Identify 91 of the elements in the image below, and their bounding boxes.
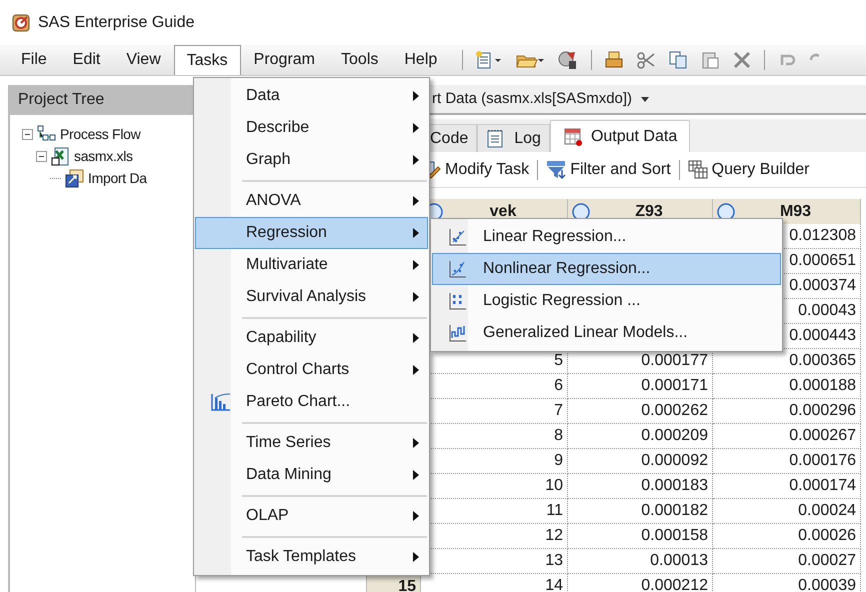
table-cell-text: 0.012308 [789, 226, 856, 246]
tree-item[interactable]: Process Flow [60, 124, 140, 144]
delete-icon[interactable] [732, 50, 752, 70]
tab[interactable]: Output Data [550, 120, 690, 152]
table-cell-text: 7 [554, 401, 563, 421]
window-title: SAS Enterprise Guide [38, 13, 195, 33]
table-cell-text: 12 [545, 526, 563, 546]
table-cell-text: 0.00039 [798, 576, 856, 592]
table-cell-text: 0.000365 [789, 351, 856, 371]
print-icon[interactable] [604, 50, 624, 70]
menu-item[interactable]: Control Charts [195, 354, 428, 386]
table-cell-text: 9 [554, 451, 563, 471]
table-cell-text: 0.000212 [641, 576, 708, 592]
table-cell-text: 0.000182 [641, 501, 708, 521]
table-cell-text: 5 [554, 351, 563, 371]
menu-item[interactable]: Multivariate [195, 249, 428, 281]
menu-item[interactable]: Logistic Regression ... [432, 285, 781, 317]
table-cell-text: 0.000262 [641, 401, 708, 421]
table-cell-text: 0.00043 [798, 301, 856, 321]
table-cell-text: 0.000209 [641, 426, 708, 446]
copy-icon[interactable] [668, 50, 688, 70]
table-cell-text: 0.00024 [798, 501, 856, 521]
tree-item[interactable]: sasmx.xls [74, 146, 133, 166]
new-document-icon[interactable] [475, 50, 504, 70]
table-cell-text: 11 [546, 501, 563, 521]
menu-item[interactable]: Data [195, 80, 428, 112]
panel-title: Project Tree [10, 85, 195, 115]
toolbar-button[interactable]: Query Builder [688, 158, 810, 182]
import-icon [65, 168, 84, 188]
table-cell-text: 0.000174 [789, 476, 856, 496]
table-cell-text: 0.000092 [641, 451, 708, 471]
table-cell-text: 0.000158 [641, 526, 708, 546]
tab[interactable]: Log [477, 124, 550, 152]
table-cell-text: 0.000183 [641, 476, 708, 496]
toolbar-button[interactable]: Filter and Sort [546, 158, 671, 182]
table-cell-text: 0.000296 [789, 401, 856, 421]
scissors-icon[interactable] [636, 50, 656, 70]
scatter-curve-icon [448, 259, 468, 279]
table-cell-text: 14 [545, 576, 563, 592]
menu-item[interactable]: OLAP [195, 500, 428, 532]
table-cell-text: 0.000267 [789, 426, 856, 446]
menu-item[interactable]: Tools [328, 45, 392, 75]
column-title: M93 [778, 202, 812, 222]
menu-item[interactable]: Pareto Chart... [195, 386, 428, 418]
menu-item[interactable]: Linear Regression... [432, 221, 781, 253]
table-cell-text: 0.000177 [641, 351, 708, 371]
column-title: vek [488, 202, 518, 222]
dot-plot-icon [448, 291, 468, 311]
table-cell-text: 0.00013 [650, 551, 708, 571]
tree-item[interactable]: Import Da [88, 168, 147, 188]
numeric-type-icon [717, 202, 735, 220]
table-cell-text: 0.00026 [798, 526, 856, 546]
menu-item[interactable]: Capability [195, 322, 428, 354]
table-cell-text: 0.000176 [789, 451, 856, 471]
spreadsheet-icon [51, 146, 70, 166]
grid-icon [688, 160, 708, 180]
dropdown-caret-icon[interactable] [640, 95, 650, 103]
table-icon [562, 126, 583, 146]
table-cell-text: 0.000443 [789, 326, 856, 346]
paste-icon[interactable] [700, 50, 720, 70]
menu-item[interactable]: Nonlinear Regression... [432, 253, 781, 285]
numeric-type-icon [572, 202, 590, 220]
menu-item[interactable]: Survival Analysis [195, 281, 428, 313]
menu-item[interactable]: Help [391, 45, 450, 75]
table-cell-text: 0.000651 [789, 251, 856, 271]
step-line-icon [448, 323, 468, 343]
table-cell-text: 0.000171 [641, 376, 708, 396]
bar-chart-icon [211, 392, 231, 412]
flow-diagram-icon [37, 124, 56, 144]
table-cell-text: 10 [545, 476, 563, 496]
menu-item[interactable]: Task Templates [195, 541, 428, 573]
menu-item[interactable]: Data Mining [195, 459, 428, 491]
table-cell-text: 13 [545, 551, 563, 571]
menu-item[interactable]: Generalized Linear Models... [432, 317, 781, 349]
table-cell-text: 0.00027 [798, 551, 856, 571]
table-cell-text: 8 [554, 426, 563, 446]
table-cell-text: 6 [554, 376, 563, 396]
menu-item[interactable]: Tasks [174, 45, 241, 75]
table-cell-text: 0.000374 [789, 276, 856, 296]
menu-item[interactable]: Program [240, 45, 328, 75]
menu-item[interactable]: File [8, 45, 60, 75]
menu-item[interactable]: Regression [195, 217, 428, 249]
menu-item[interactable]: Edit [60, 45, 114, 75]
menu-item[interactable]: Time Series [195, 427, 428, 459]
menu-item[interactable]: View [113, 45, 174, 75]
document-title: rt Data (sasmx.xls[SASmxdo]) [432, 88, 632, 109]
scatter-line-icon [448, 227, 468, 247]
column-title: Z93 [634, 202, 664, 222]
filter-icon [546, 160, 566, 180]
table-cell-text: 0.000188 [789, 376, 856, 396]
app-icon [12, 14, 30, 32]
